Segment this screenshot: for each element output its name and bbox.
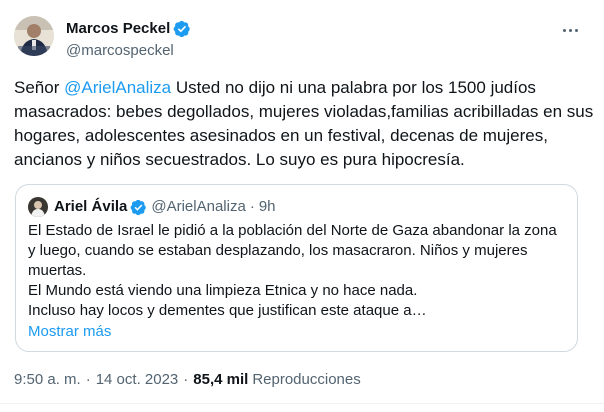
quoted-author-avatar[interactable] (28, 197, 48, 217)
quoted-text-line: El Mundo está viendo una limpieza Etnica… (28, 282, 418, 299)
quoted-text-line: muertas. (28, 262, 87, 279)
quoted-header: Ariel Ávila @ArielAnaliza · 9h (54, 197, 276, 217)
verified-badge-icon[interactable] (173, 20, 191, 38)
avatar-image (14, 16, 54, 56)
show-more-link[interactable]: Mostrar más (28, 322, 111, 342)
author-handle[interactable]: @marcospeckel (66, 41, 174, 61)
tweet-prefix: Señor (14, 78, 65, 97)
divider (0, 403, 604, 404)
meta-separator: · (85, 371, 91, 388)
quoted-text-line: El Estado de Israel le pidió a la poblac… (28, 222, 557, 239)
quoted-avatar-image (28, 197, 48, 217)
author-display-name[interactable]: Marcos Peckel (66, 19, 170, 39)
tweet-text: Señor @ArielAnaliza Usted no dijo ni una… (14, 76, 594, 172)
quoted-text-line: y luego, cuando se estaban desplazando, … (28, 242, 528, 259)
quoted-display-name[interactable]: Ariel Ávila (54, 197, 127, 217)
views-count[interactable]: 85,4 mil (193, 370, 248, 390)
tweet-date[interactable]: 14 oct. 2023 (96, 370, 179, 390)
quoted-tweet[interactable]: Ariel Ávila @ArielAnaliza · 9h El Estado… (15, 184, 578, 352)
quoted-text-line: Incluso hay locos y dementes que justifi… (28, 302, 427, 319)
quoted-separator: · (249, 198, 255, 215)
verified-badge-icon[interactable] (130, 199, 147, 216)
author-name-row: Marcos Peckel (66, 19, 191, 39)
views-label: Reproducciones (252, 371, 361, 388)
quoted-handle[interactable]: @ArielAnaliza (151, 197, 245, 217)
author-avatar[interactable] (14, 16, 54, 56)
quoted-text: El Estado de Israel le pidió a la poblac… (28, 221, 568, 321)
tweet-meta: 9:50 a. m. · 14 oct. 2023 · 85,4 mil Rep… (14, 370, 361, 390)
quoted-time[interactable]: 9h (259, 197, 276, 217)
tweet-card: Marcos Peckel @marcospeckel Señor @Ariel… (0, 0, 604, 412)
more-options-icon[interactable] (558, 20, 582, 40)
meta-separator: · (183, 371, 189, 388)
tweet-time[interactable]: 9:50 a. m. (14, 370, 81, 390)
mention-link[interactable]: @ArielAnaliza (64, 78, 171, 97)
